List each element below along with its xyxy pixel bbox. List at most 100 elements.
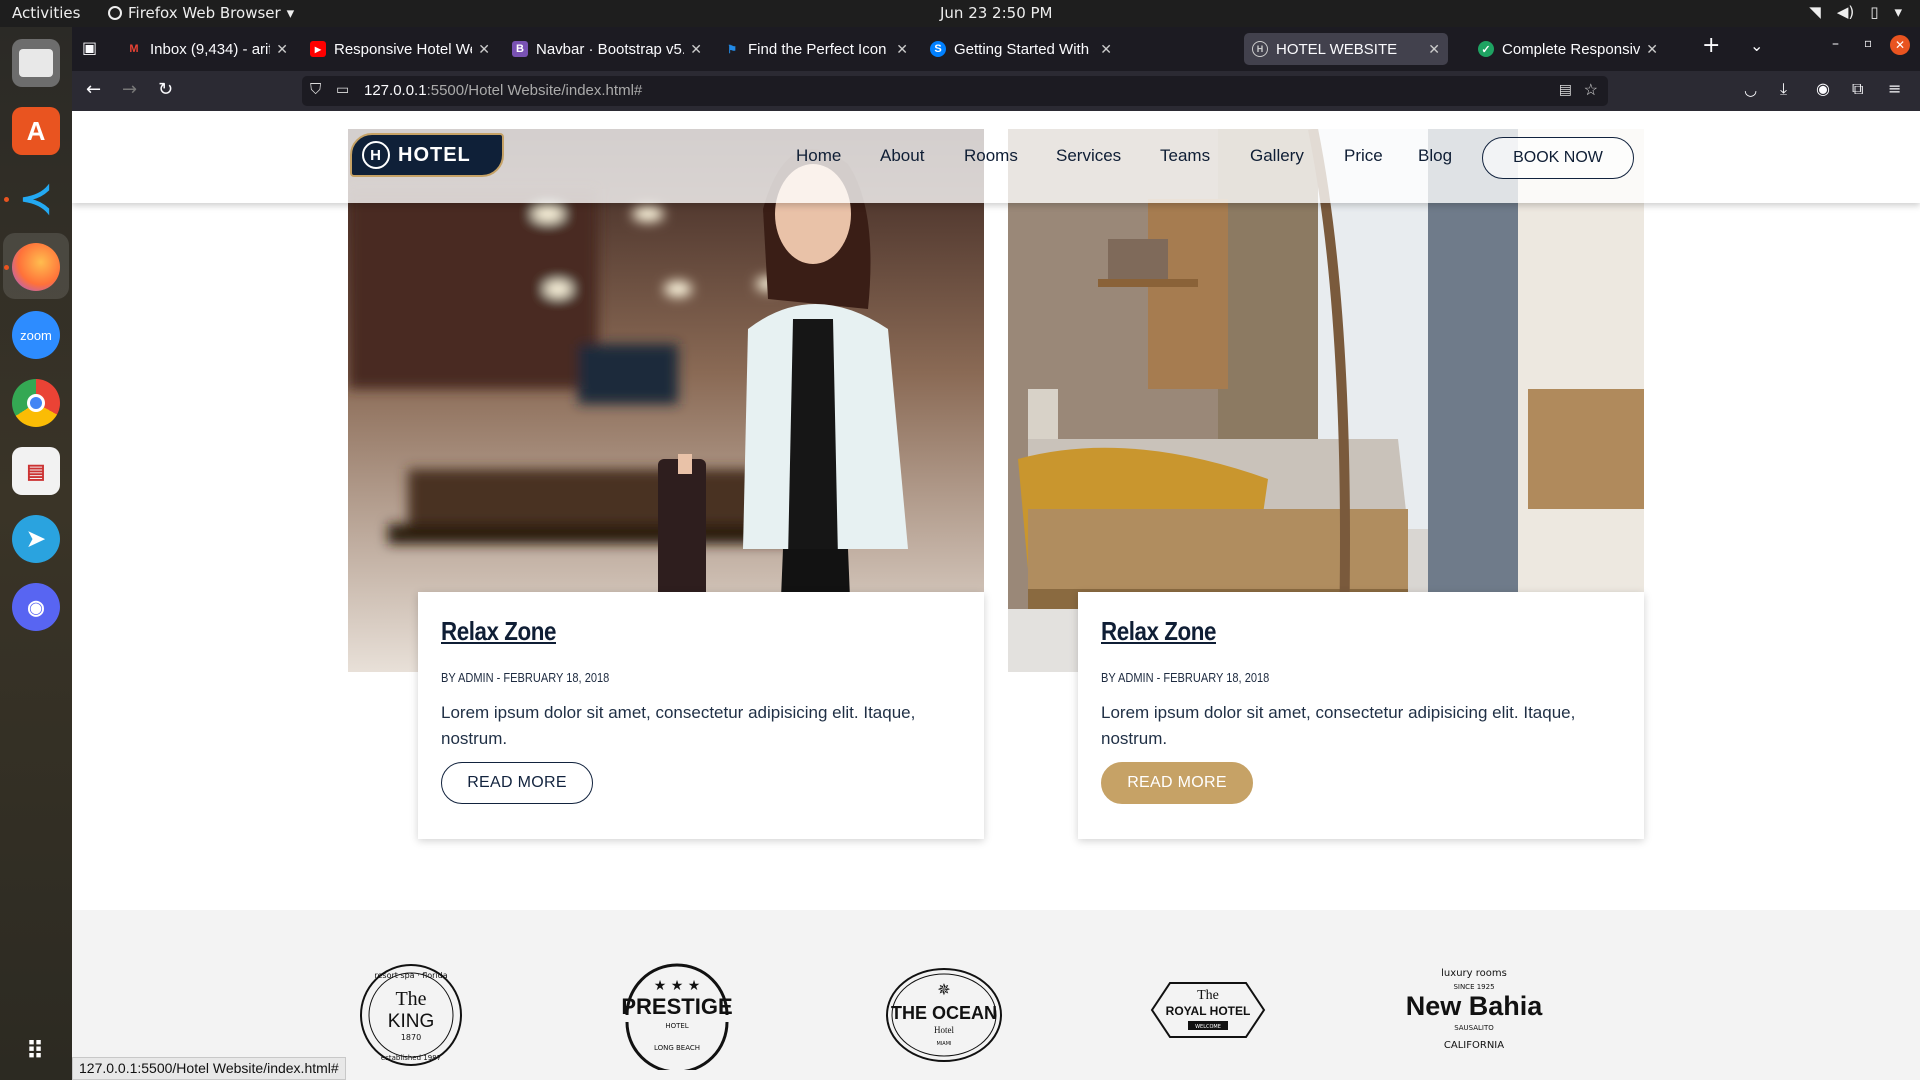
url-bar[interactable]: ⛉ ▭ 127.0.0.1:5500/Hotel Website/index.h… — [302, 76, 1608, 106]
tab-list-icon[interactable]: ▣ — [82, 38, 97, 57]
new-tab-icon[interactable]: + — [1702, 33, 1720, 58]
book-now-button[interactable]: BOOK NOW — [1482, 137, 1634, 179]
tab-title: Getting Started With Swi — [954, 40, 1094, 58]
card-text: Lorem ipsum dolor sit amet, consectetur … — [1101, 703, 1576, 748]
brand-text: SINCE 1925 — [1453, 983, 1494, 991]
firefox-icon[interactable] — [12, 243, 60, 291]
nav-gallery[interactable]: Gallery — [1250, 146, 1304, 166]
tab-fontawesome[interactable]: ⚑ Find the Perfect Icon for ✕ — [716, 33, 916, 65]
telegram-icon[interactable]: ➤ — [12, 515, 60, 563]
card-title[interactable]: Relax Zone — [1101, 616, 1216, 647]
read-more-button[interactable]: READ MORE — [441, 762, 593, 804]
site-header: H HOTEL Home About Rooms Services Teams … — [72, 111, 1920, 203]
list-all-tabs-icon[interactable]: ⌄ — [1750, 36, 1763, 55]
close-tab-icon[interactable]: ✕ — [1100, 41, 1112, 58]
close-tab-icon[interactable]: ✕ — [896, 41, 908, 58]
close-tab-icon[interactable]: ✕ — [1646, 41, 1658, 58]
tab-gmail[interactable]: M Inbox (9,434) - arifk8470 ✕ — [118, 33, 296, 65]
card-meta: BY ADMIN - FEBRUARY 18, 2018 — [1101, 670, 1270, 685]
close-tab-icon[interactable]: ✕ — [478, 41, 490, 58]
nav-blog[interactable]: Blog — [1418, 146, 1452, 166]
nav-services[interactable]: Services — [1056, 146, 1121, 166]
app-grid-icon[interactable]: ⠿ — [12, 1027, 60, 1075]
logo-emblem-icon: H — [362, 141, 390, 169]
brand-text: SAUSALITO — [1454, 1024, 1494, 1032]
hotel-icon: H — [1252, 41, 1268, 57]
bootstrap-icon: B — [512, 41, 528, 57]
zoom-icon[interactable]: zoom — [12, 311, 60, 359]
menu-hamburger-icon[interactable]: ≡ — [1888, 79, 1901, 98]
bedroom-photo — [1008, 129, 1644, 672]
extensions-icon[interactable]: ⧉ — [1852, 79, 1863, 99]
reload-icon[interactable]: ↻ — [158, 79, 173, 100]
caret-down-icon: ▾ — [286, 4, 295, 22]
vscode-icon[interactable]: ≺ — [12, 175, 60, 223]
downloads-icon[interactable]: ⤓ — [1780, 79, 1787, 99]
tab-bootstrap[interactable]: B Navbar · Bootstrap v5.3 ✕ — [504, 33, 710, 65]
chevron-down-icon: ▾ — [1894, 3, 1902, 21]
clock[interactable]: Jun 23 2:50 PM — [940, 4, 1053, 22]
battery-icon: ▯ — [1870, 3, 1879, 21]
chrome-icon[interactable] — [12, 379, 60, 427]
blog-image-receptionist — [348, 129, 984, 672]
brand-logo-new-bahia: luxury rooms SINCE 1925 New Bahia SAUSAL… — [1404, 960, 1544, 1070]
url-host: 127.0.0.1 — [364, 82, 427, 99]
fontawesome-icon: ⚑ — [727, 43, 737, 56]
page-icon[interactable]: ▭ — [336, 81, 349, 98]
swiper-icon: S — [930, 41, 946, 57]
page-viewport: H HOTEL Home About Rooms Services Teams … — [72, 111, 1920, 1080]
brand-text: New Bahia — [1406, 991, 1544, 1021]
tab-title: Complete Responsive Ho — [1502, 40, 1641, 58]
back-icon[interactable]: ← — [86, 79, 101, 100]
shield-icon[interactable]: ⛉ — [310, 81, 321, 98]
close-window-icon[interactable]: ✕ — [1890, 35, 1910, 55]
brand-logo-prestige: ★ ★ ★ PRESTIGE HOTEL LONG BEACH — [620, 960, 734, 1074]
youtube-icon: ▶ — [310, 41, 326, 57]
brand-text: MIAMI — [937, 1041, 952, 1047]
close-tab-icon[interactable]: ✕ — [690, 41, 702, 58]
close-tab-icon[interactable]: ✕ — [276, 41, 288, 58]
activities-button[interactable]: Activities — [12, 4, 80, 22]
brand-logos-section: resort spa · florida The KING 1870 estab… — [72, 910, 1920, 1080]
app-menu[interactable]: Firefox Web Browser ▾ — [108, 4, 294, 22]
tab-youtube[interactable]: ▶ Responsive Hotel Websit ✕ — [302, 33, 498, 65]
files-icon[interactable] — [12, 39, 60, 87]
close-tab-icon[interactable]: ✕ — [1428, 41, 1440, 58]
maximize-icon[interactable]: ▫ — [1864, 36, 1872, 50]
firefox-small-icon — [108, 6, 122, 20]
brand-text: The — [1197, 988, 1219, 1003]
brand-text: HOTEL — [665, 1022, 688, 1030]
brand-text: THE OCEAN — [891, 1003, 997, 1023]
the-ocean-badge: ✵ THE OCEAN Hotel MIAMI — [886, 968, 1002, 1062]
nav-price[interactable]: Price — [1344, 146, 1383, 166]
tab-sheets[interactable]: ✓ Complete Responsive Ho ✕ — [1470, 33, 1666, 65]
card-meta: BY ADMIN - FEBRUARY 18, 2018 — [441, 670, 610, 685]
url-path: :5500/Hotel Website/index.html# — [426, 82, 643, 99]
nav-teams[interactable]: Teams — [1160, 146, 1210, 166]
dock: A ≺ zoom ▤ ➤ ◉ ⠿ — [0, 27, 72, 1080]
bookmark-star-icon[interactable]: ☆ — [1584, 80, 1598, 100]
brand-logo-royal-hotel: The ROYAL HOTEL WELCOME — [1150, 975, 1266, 1045]
reader-view-icon[interactable]: ▤ — [1559, 81, 1572, 98]
discord-icon[interactable]: ◉ — [12, 583, 60, 631]
system-tray[interactable]: ◥ ◀) ▯ ▾ — [1809, 3, 1902, 21]
read-more-button[interactable]: READ MORE — [1101, 762, 1253, 804]
nav-home[interactable]: Home — [796, 146, 841, 166]
document-viewer-icon[interactable]: ▤ — [12, 447, 60, 495]
minimize-icon[interactable]: – — [1832, 36, 1839, 52]
system-top-bar: Activities Firefox Web Browser ▾ Jun 23 … — [0, 0, 1920, 27]
hotel-logo[interactable]: H HOTEL — [350, 133, 504, 177]
software-center-icon[interactable]: A — [12, 107, 60, 155]
brand-text: KING — [388, 1011, 434, 1032]
wifi-icon: ◥ — [1809, 3, 1821, 21]
forward-icon[interactable]: → — [122, 79, 137, 100]
tab-hotel-website[interactable]: H HOTEL WEBSITE ✕ — [1244, 33, 1448, 65]
card-title[interactable]: Relax Zone — [441, 616, 556, 647]
tab-swiper[interactable]: S Getting Started With Swi ✕ — [922, 33, 1120, 65]
nav-about[interactable]: About — [880, 146, 924, 166]
pocket-icon[interactable]: ◡ — [1744, 81, 1757, 99]
account-icon[interactable]: ◉ — [1816, 79, 1830, 98]
tab-title: Responsive Hotel Websit — [334, 40, 472, 58]
nav-rooms[interactable]: Rooms — [964, 146, 1018, 166]
brand-logo-the-ocean: ✵ THE OCEAN Hotel MIAMI — [884, 965, 1004, 1065]
